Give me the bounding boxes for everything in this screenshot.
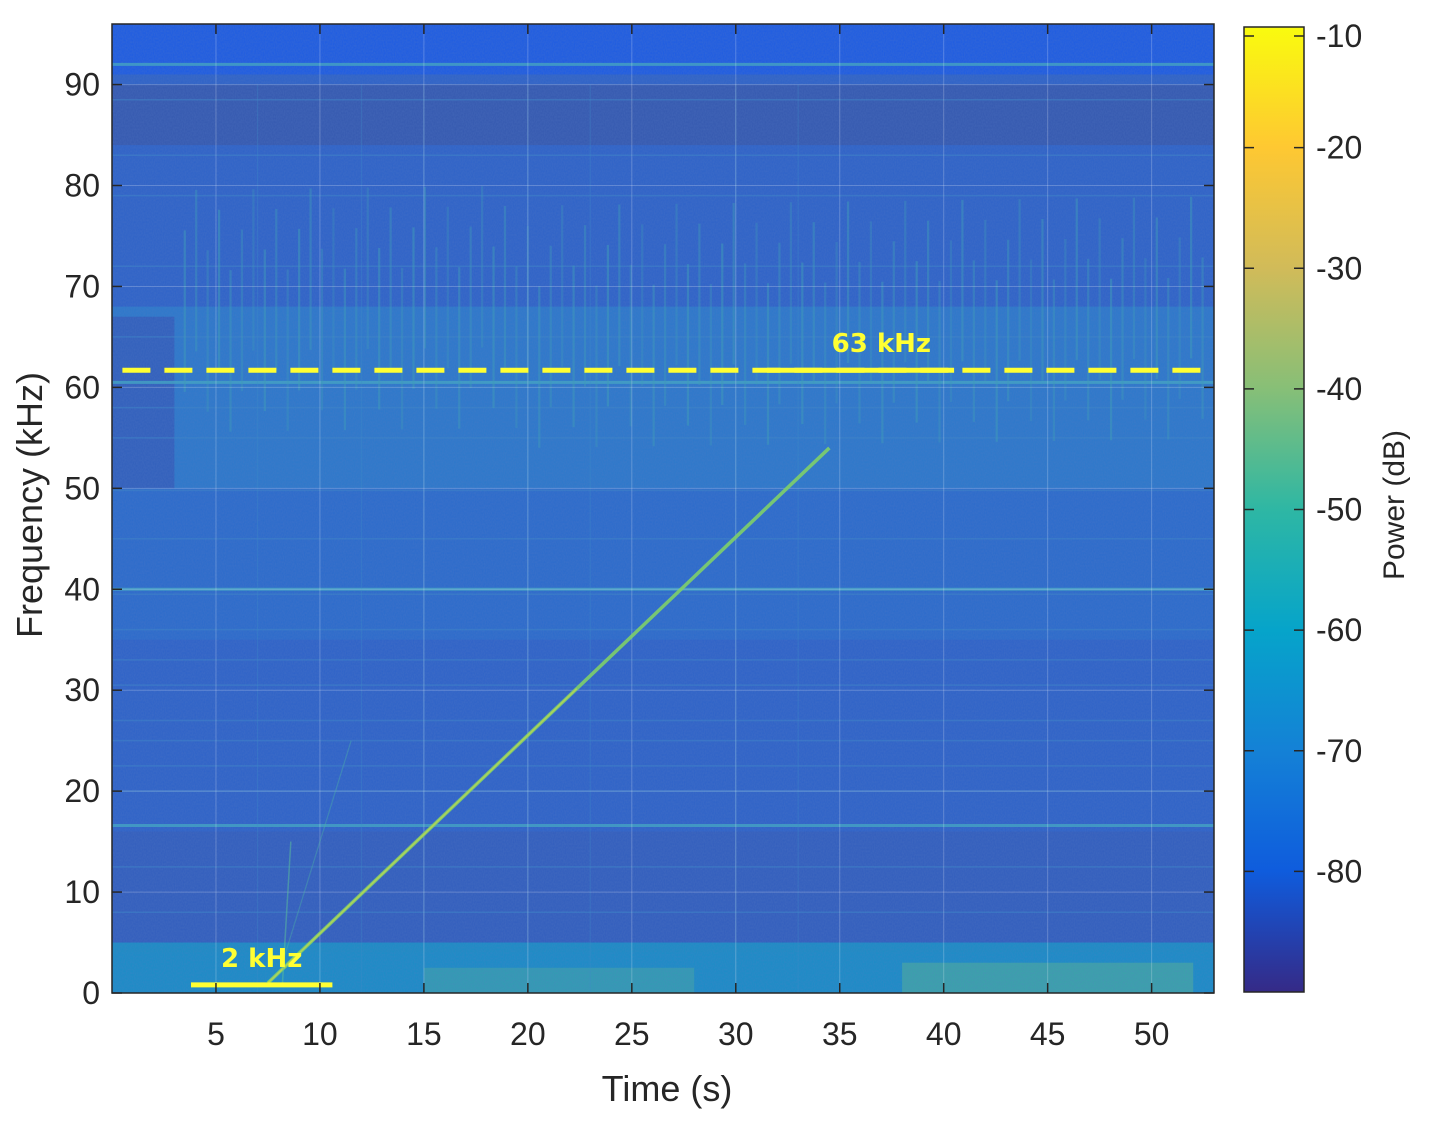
annotation-label: 63 kHz (832, 329, 931, 359)
colorbar-tick-label: -50 (1316, 492, 1362, 528)
x-tick-label: 35 (822, 1016, 858, 1052)
y-tick-label: 70 (64, 268, 100, 304)
x-tick-label: 50 (1134, 1016, 1170, 1052)
y-tick-label: 30 (64, 672, 100, 708)
y-axis-label: Frequency (kHz) (9, 372, 50, 638)
noise-overlay (112, 24, 1214, 993)
x-tick-label: 15 (406, 1016, 442, 1052)
colorbar-tick-label: -60 (1316, 612, 1362, 648)
colorbar-tick-label: -80 (1316, 853, 1362, 889)
chart-svg: 63 kHz 2 kHz 5 10 15 20 25 30 35 40 45 50 0 10 20 30 4… (9, 18, 1411, 1109)
colorbar-tick-label: -40 (1316, 371, 1362, 407)
x-tick-label: 5 (207, 1016, 225, 1052)
y-tick-label: 20 (64, 773, 100, 809)
x-axis-label: Time (s) (602, 1068, 733, 1109)
x-tick-label: 30 (718, 1016, 754, 1052)
spectrogram-texture (112, 24, 1214, 993)
colorbar-tick-label: -10 (1316, 18, 1362, 54)
x-tick-label: 20 (510, 1016, 546, 1052)
y-tick-label: 40 (64, 571, 100, 607)
y-tick-label: 90 (64, 67, 100, 103)
plot-area: 63 kHz 2 kHz (111, 23, 1215, 994)
annotation-label: 2 kHz (221, 944, 302, 974)
y-tick-label: 10 (64, 874, 100, 910)
y-tick-label: 80 (64, 168, 100, 204)
x-tick-label: 25 (614, 1016, 650, 1052)
x-tick-label: 10 (302, 1016, 338, 1052)
colorbar-tick-label: -70 (1316, 733, 1362, 769)
y-tick-label: 0 (82, 975, 100, 1011)
x-tick-label: 45 (1030, 1016, 1066, 1052)
y-tick-label: 50 (64, 470, 100, 506)
colorbar-tick-label: -20 (1316, 130, 1362, 166)
spectrogram-figure: 63 kHz 2 kHz 5 10 15 20 25 30 35 40 45 50 0 10 20 30 4… (0, 0, 1429, 1116)
y-tick-label: 60 (64, 369, 100, 405)
colorbar-tick-label: -30 (1316, 250, 1362, 286)
colorbar: -10 -20 -30 -40 -50 -60 -70 -80 Power (dB) (1243, 18, 1411, 993)
x-tick-label: 40 (926, 1016, 962, 1052)
colorbar-label: Power (dB) (1378, 430, 1411, 580)
